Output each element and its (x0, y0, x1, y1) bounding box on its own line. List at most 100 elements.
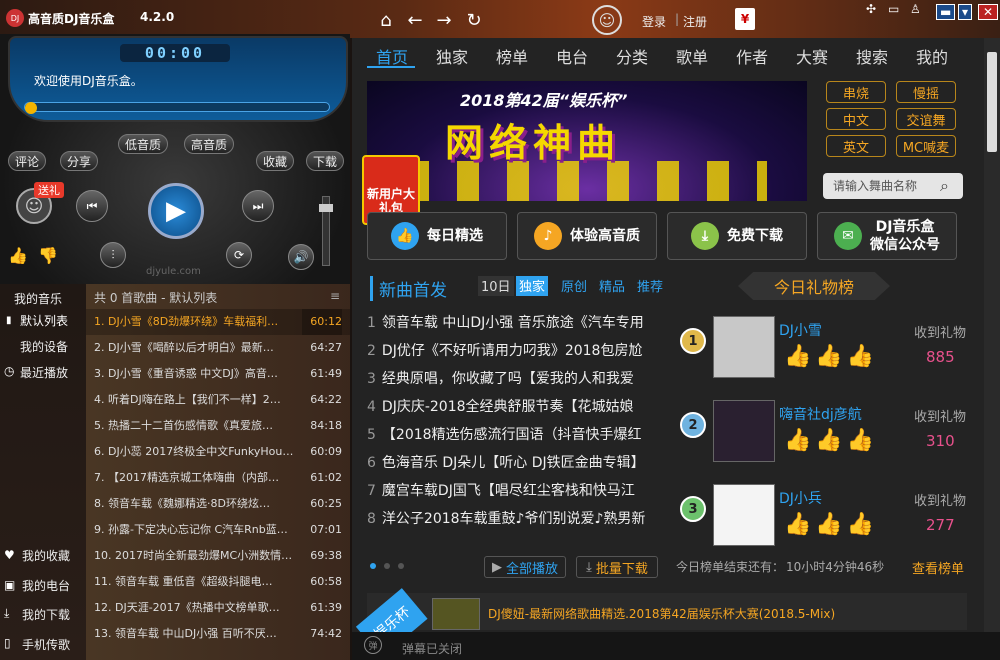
play-icon[interactable]: ▶ (148, 183, 204, 239)
gift-badge[interactable]: 送礼 (34, 182, 64, 198)
rank-avatar[interactable] (713, 316, 775, 378)
volume-knob[interactable] (319, 204, 333, 212)
nav-my-radio[interactable]: 我的电台 (0, 577, 86, 594)
search-icon[interactable]: ⌕ (940, 176, 949, 196)
playlist-row[interactable]: 3. DJ小雪《重音诱惑 中文DJ》高音… 61:49 (86, 361, 350, 387)
rank-avatar[interactable] (713, 400, 775, 462)
tab-8[interactable]: 搜索 (842, 44, 902, 68)
previous-icon[interactable]: ⏮ (76, 190, 108, 222)
entertainment-text[interactable]: DJ傻妞-最新网络歌曲精选.2018第42届娱乐杯大赛(2018.5-Mix) (488, 605, 835, 622)
playlist-row[interactable]: 7. 【2017精选京城工体嗨曲（内部… 61:02 (86, 465, 350, 491)
playlist-menu-icon[interactable]: ≡ (330, 289, 340, 303)
rank-name[interactable]: 嗨音社dj彦航 (779, 404, 862, 424)
playlist-row[interactable]: 8. 领音车载《魏娜精选·8D环绕炫… 60:25 (86, 491, 350, 517)
rank-avatar[interactable] (713, 484, 775, 546)
nav-my-music[interactable]: 我的音乐 (0, 290, 86, 307)
skin-icon[interactable]: ✣ (866, 2, 876, 16)
tab-5[interactable]: 歌单 (662, 44, 722, 68)
song-row[interactable]: 6 色海音乐 DJ朵儿【听心 DJ铁匠金曲专辑】 (367, 452, 667, 478)
nav-my-devices[interactable]: 我的设备 (0, 338, 86, 355)
nav-default-list[interactable]: 默认列表 (0, 312, 86, 329)
playlist-row[interactable]: 12. DJ天涯-2017《热播中文榜单歌… 61:39 (86, 595, 350, 621)
login-link[interactable]: 登录 (642, 13, 666, 30)
register-link[interactable]: 注册 (683, 13, 707, 30)
batch-download-button[interactable]: ⤓ 批量下载 (576, 556, 658, 578)
scrollbar-thumb[interactable] (987, 52, 997, 152)
nav-phone-transfer[interactable]: 手机传歌 (0, 636, 86, 653)
song-row[interactable]: 8 洋公子2018车载重鼓♪爷们别说爱♪熟男新 (367, 508, 667, 534)
thumbs-down-icon[interactable]: 👎 (38, 246, 58, 265)
tab-0[interactable]: 首页 (362, 44, 422, 68)
mini-mode-icon[interactable]: ▭ (888, 2, 899, 16)
rank-name[interactable]: DJ小雪 (779, 320, 822, 340)
tag-1[interactable]: 慢摇 (896, 81, 956, 103)
playlist-row[interactable]: 4. 听着DJ嗨在路上【我们不一样】2… 64:22 (86, 387, 350, 413)
feature-1[interactable]: ♪ 体验高音质 (517, 212, 657, 260)
back-icon[interactable]: ← (405, 10, 425, 31)
user-avatar-icon[interactable]: ☺ (592, 5, 622, 35)
filter-4[interactable]: 推荐 (634, 276, 666, 296)
comment-button[interactable]: 评论 (8, 151, 47, 171)
tab-7[interactable]: 大赛 (782, 44, 842, 68)
view-rank-link[interactable]: 查看榜单 (912, 558, 964, 577)
playlist-row[interactable]: 13. 领音车载 中山DJ小强 百听不厌… 74:42 (86, 621, 350, 647)
playlist-row[interactable]: 2. DJ小雪《喝醉以后才明白》最新… 64:27 (86, 335, 350, 361)
progress-bar[interactable] (24, 102, 330, 112)
nav-my-downloads[interactable]: 我的下载 (0, 606, 86, 623)
nav-recent[interactable]: 最近播放 (0, 364, 86, 381)
refresh-icon[interactable]: ↻ (464, 10, 484, 31)
song-row[interactable]: 1 领音车载 中山DJ小强 音乐旅途《汽车专用 (367, 312, 667, 338)
forward-icon[interactable]: → (434, 10, 454, 31)
playlist-row[interactable]: 10. 2017时尚全新最劲爆MC小洲数情… 69:38 (86, 543, 350, 569)
danmu-icon[interactable]: 弹 (364, 636, 382, 654)
rank-name[interactable]: DJ小兵 (779, 488, 822, 508)
tab-1[interactable]: 独家 (422, 44, 482, 68)
play-all-button[interactable]: ▶ 全部播放 (484, 556, 566, 578)
low-quality-button[interactable]: 低音质 (118, 134, 169, 154)
minimize-button[interactable]: ▬ (936, 4, 956, 20)
wallet-icon[interactable]: ¥ (735, 8, 755, 30)
tag-4[interactable]: 英文 (826, 135, 886, 157)
share-button[interactable]: 分享 (60, 151, 99, 171)
progress-knob[interactable] (25, 102, 37, 114)
tag-5[interactable]: MC喊麦 (896, 135, 956, 157)
close-button[interactable]: ✕ (978, 4, 999, 20)
song-row[interactable]: 4 DJ庆庆-2018全经典舒服节奏【花城姑娘 (367, 396, 667, 422)
tab-3[interactable]: 电台 (542, 44, 602, 68)
song-row[interactable]: 7 魔宫车载DJ国飞【唱尽红尘客栈和快马江 (367, 480, 667, 506)
carousel-dot[interactable] (398, 563, 404, 569)
playlist-row[interactable]: 5. 热播二十二首伤感情歌《真爱旅… 84:18 (86, 413, 350, 439)
feature-3[interactable]: ✉ DJ音乐盒 微信公众号 (817, 212, 957, 260)
song-row[interactable]: 2 DJ优仔《不好听请用力叼我》2018包房尬 (367, 340, 667, 366)
favorite-button[interactable]: 收藏 (256, 151, 295, 171)
song-row[interactable]: 5 【2018精选伤感流行国语（抖音快手爆红 (367, 424, 667, 450)
nav-my-favorites[interactable]: 我的收藏 (0, 547, 86, 564)
filter-3[interactable]: 精品 (596, 276, 628, 296)
shirt-icon[interactable]: ♙ (910, 2, 921, 16)
carousel-dot[interactable] (384, 563, 390, 569)
filter-2[interactable]: 原创 (558, 276, 590, 296)
filter-1[interactable]: 独家 (516, 276, 549, 296)
playlist-row[interactable]: 1. DJ小雪《8D劲爆环绕》车载福利… 60:12 (86, 309, 350, 335)
tab-4[interactable]: 分类 (602, 44, 662, 68)
tag-3[interactable]: 交谊舞 (896, 108, 956, 130)
tab-6[interactable]: 作者 (722, 44, 782, 68)
menu-button[interactable]: ▾ (958, 4, 973, 20)
entertainment-thumbnail[interactable] (432, 598, 480, 630)
next-icon[interactable]: ⏭ (242, 190, 274, 222)
home-icon[interactable]: ⌂ (376, 10, 396, 31)
playlist-row[interactable]: 6. DJ小蕊 2017终极全中文FunkyHou… 60:09 (86, 439, 350, 465)
carousel-dot-active[interactable] (370, 563, 376, 569)
playlist-row[interactable]: 9. 孙露-下定决心忘记你 C汽车Rnb蓝… 07:01 (86, 517, 350, 543)
tag-0[interactable]: 串烧 (826, 81, 886, 103)
tab-2[interactable]: 榜单 (482, 44, 542, 68)
song-row[interactable]: 3 经典原唱，你收藏了吗【爱我的人和我爱 (367, 368, 667, 394)
download-button[interactable]: 下载 (306, 151, 345, 171)
feature-2[interactable]: ⤓ 免费下载 (667, 212, 807, 260)
playlist-row[interactable]: 11. 领音车载 重低音《超级抖腿电… 60:58 (86, 569, 350, 595)
equalizer-icon[interactable]: ⫶ (100, 242, 126, 268)
feature-0[interactable]: 👍 每日精选 (367, 212, 507, 260)
filter-0[interactable]: 10日 (478, 276, 514, 296)
volume-icon[interactable]: 🔊 (288, 244, 314, 270)
high-quality-button[interactable]: 高音质 (184, 134, 235, 154)
